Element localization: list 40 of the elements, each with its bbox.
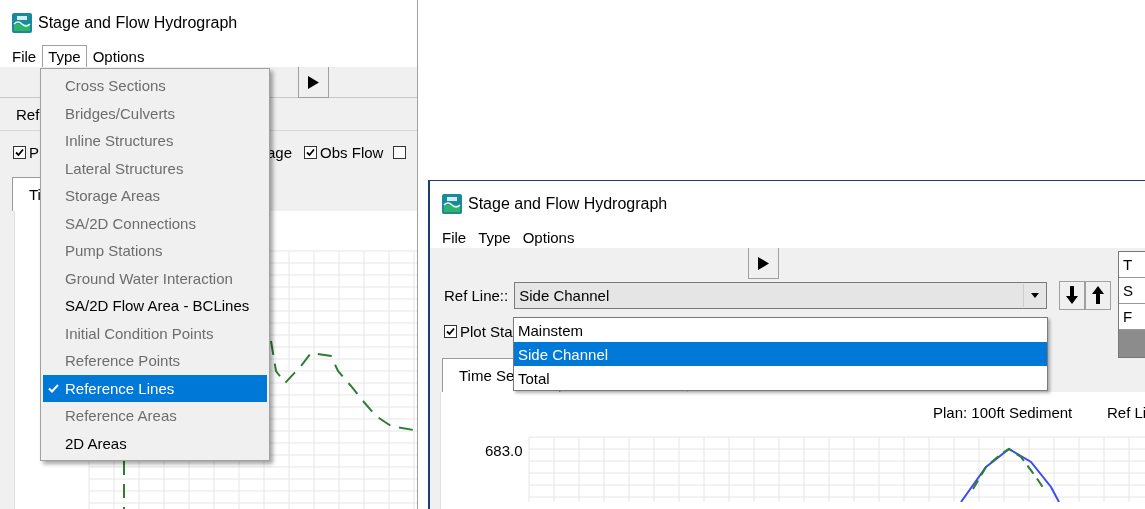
- up-arrow-icon: [1092, 286, 1105, 304]
- menu-item[interactable]: Options: [516, 225, 581, 249]
- field-label: Ref: [16, 105, 40, 123]
- down-arrow-icon: [1066, 286, 1079, 304]
- app-icon: [12, 12, 32, 33]
- field-label: Ref Line::: [444, 286, 509, 304]
- checkbox-label: Plot Sta: [460, 322, 513, 340]
- menu-item[interactable]: Type: [42, 45, 87, 67]
- table-cell: T: [1119, 252, 1145, 278]
- menu-item[interactable]: Reference Lines: [43, 374, 267, 402]
- table-cell: F: [1119, 304, 1145, 330]
- caret-icon: [1031, 292, 1040, 298]
- menu-item[interactable]: Type: [472, 225, 517, 249]
- play-icon: [308, 75, 319, 89]
- menu-item[interactable]: File: [6, 44, 43, 68]
- ref-line-dropdown[interactable]: Side Channel: [514, 281, 1048, 309]
- play-button[interactable]: [298, 67, 329, 98]
- play-icon: [758, 256, 769, 270]
- checkbox[interactable]: [304, 145, 318, 159]
- plan-label: Plan: 100ft Sediment: [933, 404, 1073, 421]
- checkbox-label: Obs Flow: [320, 143, 384, 161]
- window-title: Stage and Flow Hydrograph: [38, 13, 238, 32]
- checkbox[interactable]: [13, 145, 26, 159]
- table-cell: S: [1119, 278, 1145, 304]
- move-up-button[interactable]: [1085, 280, 1112, 310]
- window-title: Stage and Flow Hydrograph: [468, 194, 668, 213]
- list-option[interactable]: Side Channel: [514, 342, 1047, 366]
- axis-tick-label: 683.0: [485, 442, 523, 459]
- play-button[interactable]: [748, 248, 779, 279]
- menu-item[interactable]: Options: [86, 44, 151, 68]
- menu-item[interactable]: 2D Areas: [43, 429, 267, 457]
- move-down-button[interactable]: [1059, 280, 1086, 310]
- list-option[interactable]: Mainstem: [514, 318, 1047, 342]
- chart-label: Ref Li: [1107, 404, 1145, 421]
- checkbox[interactable]: [393, 145, 407, 159]
- app-icon: [442, 193, 462, 214]
- checkbox-label: P: [29, 143, 39, 161]
- menu-item[interactable]: SA/2D Flow Area - BCLines: [43, 292, 267, 320]
- checkbox[interactable]: [444, 324, 457, 338]
- menu-item[interactable]: File: [436, 225, 473, 249]
